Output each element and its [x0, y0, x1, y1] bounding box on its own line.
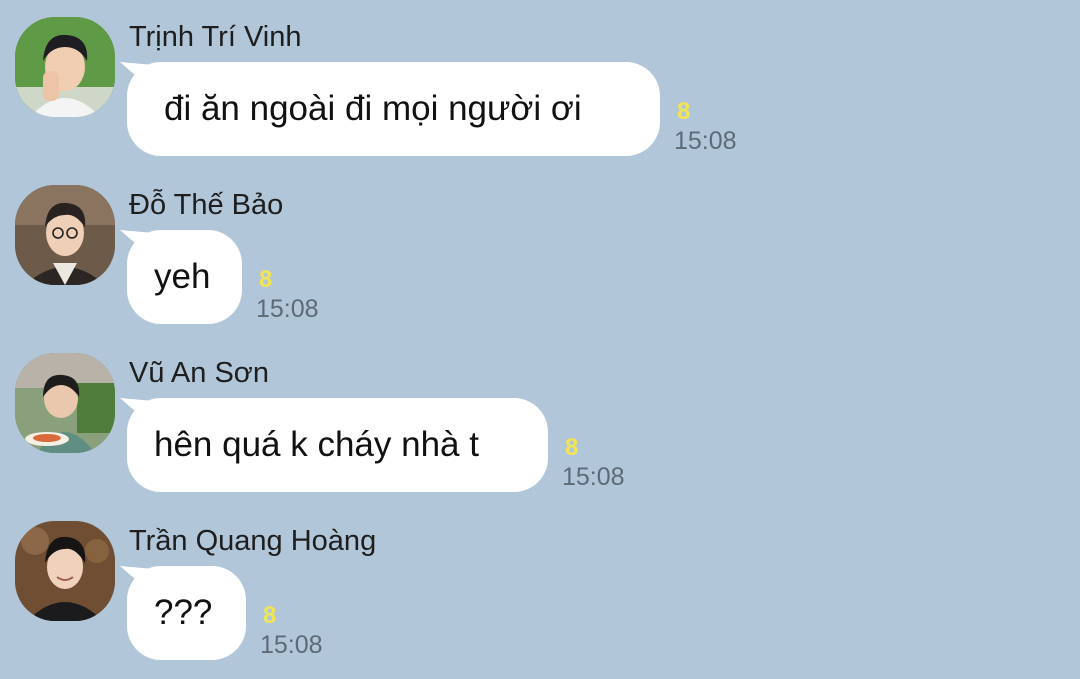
unread-count: 8: [565, 434, 579, 461]
sender-name: Đỗ Thế Bảo: [129, 189, 284, 221]
message-bubble[interactable]: yeh: [127, 230, 242, 324]
message-bubble[interactable]: ???: [127, 566, 246, 660]
message-meta: 8 15:08: [674, 98, 774, 156]
chat-message: Đỗ Thế Bảo yeh 8 15:08: [0, 168, 1080, 336]
message-text: đi ăn ngoài đi mọi người ơi: [164, 89, 582, 128]
avatar[interactable]: [15, 353, 115, 453]
message-bubble[interactable]: đi ăn ngoài đi mọi người ơi: [127, 62, 660, 156]
message-meta: 8 15:08: [562, 434, 662, 492]
message-meta: 8 15:08: [256, 266, 356, 324]
chat-message: Trịnh Trí Vinh đi ăn ngoài đi mọi người …: [0, 0, 1080, 168]
sender-name: Trịnh Trí Vinh: [129, 21, 302, 53]
unread-count: 8: [677, 98, 691, 125]
message-meta: 8 15:08: [260, 602, 360, 660]
message-time: 15:08: [260, 631, 323, 659]
avatar[interactable]: [15, 521, 115, 621]
avatar-photo: [15, 17, 115, 117]
unread-count: 8: [259, 266, 273, 293]
avatar-photo: [15, 521, 115, 621]
message-text: ???: [154, 593, 213, 632]
avatar[interactable]: [15, 17, 115, 117]
sender-name: Trần Quang Hoàng: [129, 525, 377, 557]
avatar-photo: [15, 185, 115, 285]
message-text: yeh: [154, 257, 211, 296]
chat-message: Vũ An Sơn hên quá k cháy nhà t 8 15:08: [0, 336, 1080, 504]
sender-name: Vũ An Sơn: [129, 357, 269, 389]
message-time: 15:08: [674, 127, 737, 155]
message-time: 15:08: [562, 463, 625, 491]
message-text: hên quá k cháy nhà t: [154, 425, 479, 464]
avatar[interactable]: [15, 185, 115, 285]
chat-message: Trần Quang Hoàng ??? 8 15:08: [0, 504, 1080, 672]
unread-count: 8: [263, 602, 277, 629]
avatar-photo: [15, 353, 115, 453]
message-bubble[interactable]: hên quá k cháy nhà t: [127, 398, 548, 492]
message-time: 15:08: [256, 295, 319, 323]
